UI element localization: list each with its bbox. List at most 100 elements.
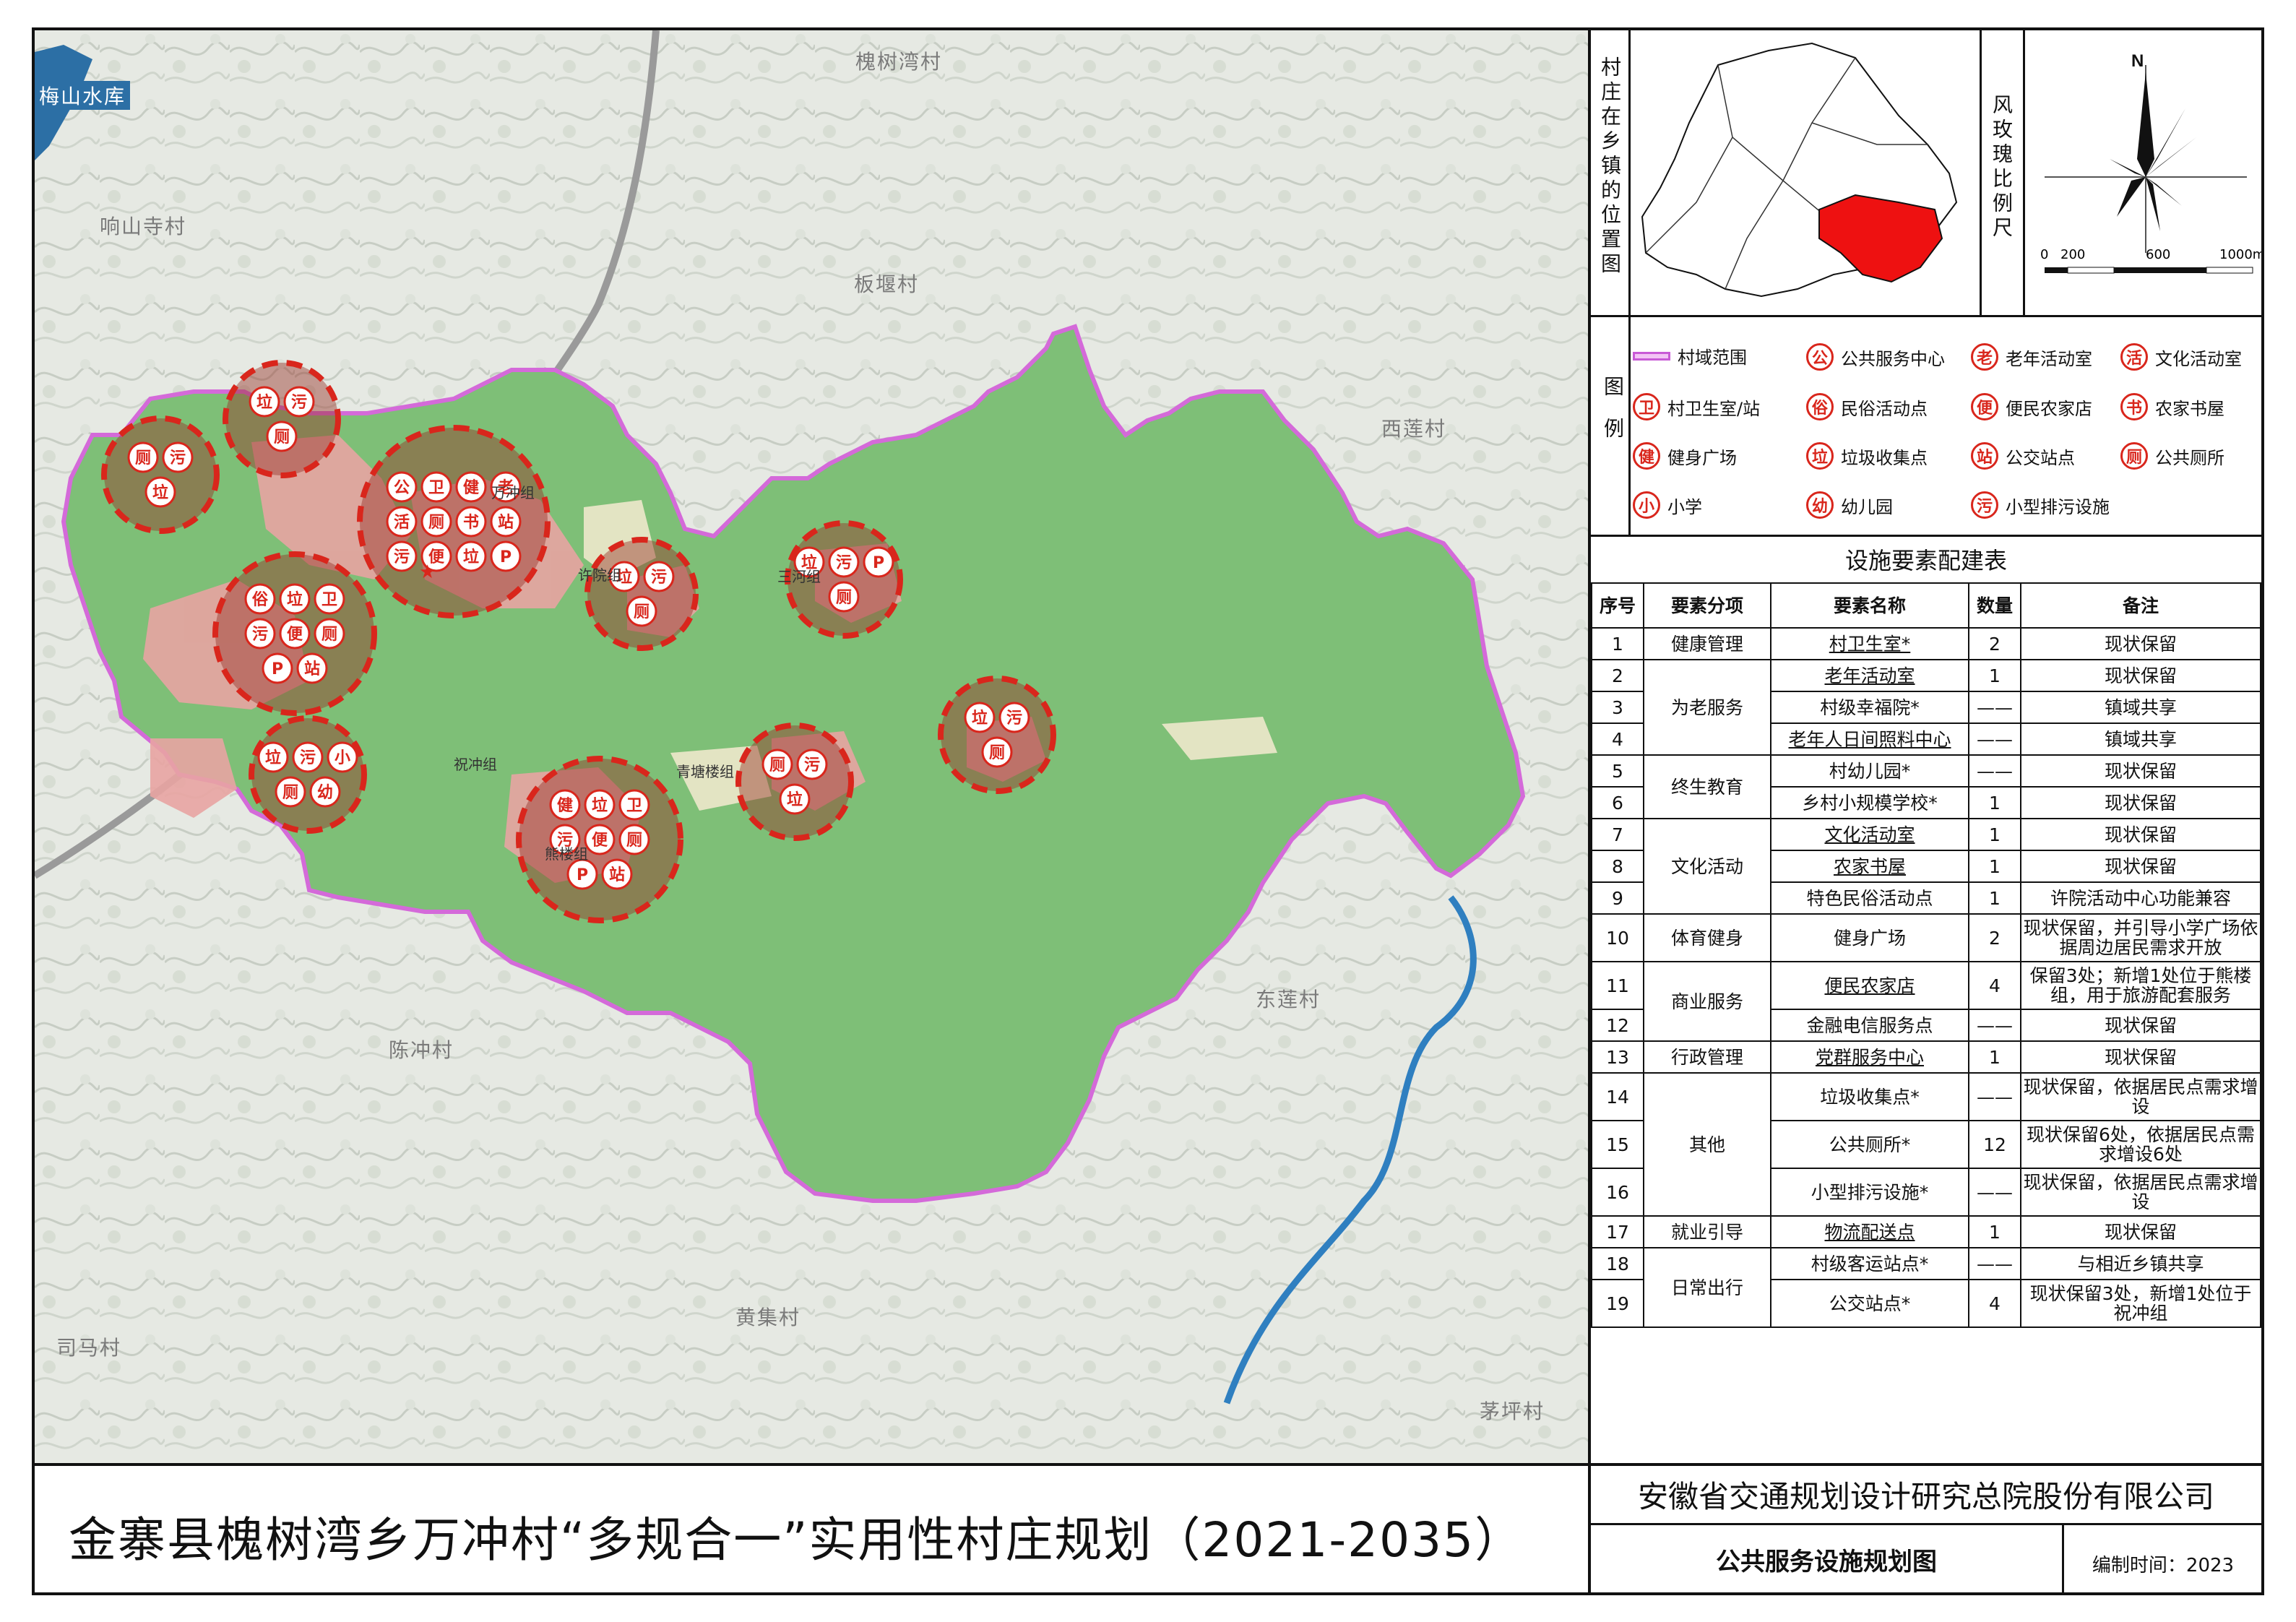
facility-icon: 污 xyxy=(292,741,324,773)
village-label: 板堰村 xyxy=(854,272,920,296)
row-number: 1 xyxy=(1591,627,1644,660)
row-quantity: —— xyxy=(1968,1072,2021,1121)
facility-icon: 污 xyxy=(998,702,1030,733)
table-row: 2 为老服务 老年活动室 1 现状保留 xyxy=(1591,659,2261,756)
legend-item: 公公共服务中心 xyxy=(1806,343,1945,371)
facility-icon: 健 xyxy=(549,789,581,821)
divider xyxy=(1628,27,1631,316)
row-quantity: —— xyxy=(1968,1168,2021,1217)
facility-icon: P xyxy=(262,652,293,684)
row-note: 镇域共享 xyxy=(2020,691,2261,724)
facility-icon: 活 xyxy=(386,506,418,538)
facility-icon: 小 xyxy=(1633,491,1660,519)
svg-text:便: 便 xyxy=(592,832,608,850)
legend-item: 便便民农家店 xyxy=(1971,393,2092,420)
divider xyxy=(2023,27,2025,316)
table-row: 7 文化活动 文化活动室 1 现状保留 xyxy=(1591,818,2261,915)
location-map xyxy=(1641,42,1958,298)
row-number: 6 xyxy=(1591,786,1644,819)
table-row: 5 终生教育 村幼儿园* —— 现状保留 xyxy=(1591,754,2261,819)
svg-text:俗: 俗 xyxy=(251,591,269,609)
svg-text:污: 污 xyxy=(170,449,186,467)
facility-icon: 污 xyxy=(244,618,276,650)
village-label: 东莲村 xyxy=(1256,988,1321,1011)
legend-label-text: 老年活动室 xyxy=(2006,348,2092,369)
row-category: 终生教育 xyxy=(1643,754,1771,819)
facility-icon: P xyxy=(863,546,894,578)
facility-icon: 站 xyxy=(296,652,328,684)
row-note: 现状保留 xyxy=(2020,659,2261,692)
row-name: 小型排污设施* xyxy=(1770,1168,1969,1217)
facility-icon: 污 xyxy=(283,386,315,418)
row-number: 17 xyxy=(1591,1215,1644,1248)
facility-icon: P xyxy=(566,858,598,890)
group-label: 熊楼组 xyxy=(545,845,588,863)
svg-text:P: P xyxy=(873,554,884,572)
row-note: 现状保留 xyxy=(2020,786,2261,819)
svg-text:卫: 卫 xyxy=(428,479,444,497)
row-name: 村卫生室* xyxy=(1770,627,1969,660)
row-name: 乡村小规模学校* xyxy=(1770,786,1969,819)
boundary-swatch xyxy=(1633,351,1670,361)
cluster-ring xyxy=(101,415,220,534)
facility-icon: 厕 xyxy=(2120,442,2148,470)
divider xyxy=(1588,535,2264,537)
svg-text:卫: 卫 xyxy=(626,797,642,815)
wind-rose-label: 风玫瑰比例尺 xyxy=(1990,94,2014,241)
row-name: 村幼儿园* xyxy=(1770,754,1969,788)
facility-icon: 厕 xyxy=(314,618,345,650)
village-label: 司马村 xyxy=(56,1336,122,1360)
legend-item: 俗民俗活动点 xyxy=(1806,393,1928,420)
row-name: 党群服务中心 xyxy=(1770,1040,1969,1074)
north-label: N xyxy=(2131,51,2144,71)
facility-cluster: 垃污厕 xyxy=(223,360,341,478)
legend-label-text: 垃圾收集点 xyxy=(1841,447,1928,468)
drawing-name: 公共服务设施规划图 xyxy=(1716,1547,1937,1576)
table-header: 备注 xyxy=(2020,582,2261,629)
company-name: 安徽省交通规划设计研究总院股份有限公司 xyxy=(1637,1478,2214,1514)
svg-text:健: 健 xyxy=(557,796,573,815)
facility-icon: 健 xyxy=(455,471,487,503)
svg-text:污: 污 xyxy=(836,554,852,572)
facility-icon: 厕 xyxy=(828,581,860,613)
facility-table: 序号 要素分项 要素名称 数量 备注 1 健康管理 村卫生室* 2 现状保留 2 为老服务老… xyxy=(1591,582,2261,1328)
legend-label-text: 公共服务中心 xyxy=(1841,348,1945,369)
row-category: 日常出行 xyxy=(1643,1247,1771,1328)
facility-icon: 厕 xyxy=(761,749,793,780)
facility-cluster: 垃污厕 xyxy=(938,676,1056,794)
village-label: 响山寺村 xyxy=(100,215,187,238)
svg-text:污: 污 xyxy=(1006,709,1022,728)
facility-icon: 健 xyxy=(1633,442,1660,470)
legend-item: 幼幼儿园 xyxy=(1806,491,1893,519)
facility-icon: 厕 xyxy=(275,776,306,808)
legend-item: 卫村卫生室/站 xyxy=(1633,393,1760,420)
village-label: 黄集村 xyxy=(735,1306,801,1329)
row-number: 10 xyxy=(1591,913,1644,962)
row-note: 镇域共享 xyxy=(2020,722,2261,756)
row-quantity: —— xyxy=(1968,722,2021,756)
facility-icon: 厕 xyxy=(626,595,657,627)
row-category: 商业服务 xyxy=(1643,961,1771,1042)
facility-icon: 垃 xyxy=(584,789,616,821)
village-label: 槐树湾村 xyxy=(855,50,943,74)
svg-text:厕: 厕 xyxy=(135,449,151,467)
legend-label-text: 公交站点 xyxy=(2006,447,2075,468)
row-name: 公交站点* xyxy=(1770,1279,1969,1328)
table-row: 17 就业引导 物流配送点 1 现状保留 xyxy=(1591,1215,2261,1248)
legend-item: 健健身广场 xyxy=(1633,442,1737,470)
row-note: 现状保留 xyxy=(2020,1009,2261,1042)
facility-icon: 污 xyxy=(828,546,860,578)
divider xyxy=(2062,1523,2064,1595)
svg-text:污: 污 xyxy=(804,756,820,775)
group-label: 祝冲组 xyxy=(454,756,497,773)
svg-text:污: 污 xyxy=(300,749,316,767)
legend-label-text: 公共厕所 xyxy=(2155,447,2224,468)
table-row: 13 行政管理 党群服务中心 1 现状保留 xyxy=(1591,1040,2261,1074)
divider xyxy=(1980,27,1982,316)
facility-icon: 公 xyxy=(386,471,418,503)
row-note: 现状保留，依据居民点需求增设 xyxy=(2020,1168,2261,1217)
date-label: 编制时间：2023 xyxy=(2092,1554,2235,1576)
row-quantity: 2 xyxy=(1968,913,2021,962)
row-category: 体育健身 xyxy=(1643,913,1771,962)
row-name: 村级客运站点* xyxy=(1770,1247,1969,1280)
